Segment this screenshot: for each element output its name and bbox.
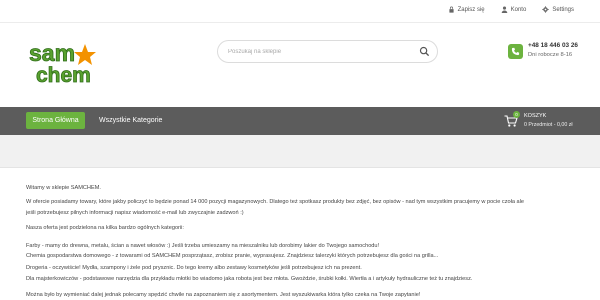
nav-categories-link[interactable]: Wszystkie Kategorie bbox=[99, 112, 162, 129]
category-drugstore: Drogeria - oczywiście! Mydła, szampony i… bbox=[26, 265, 362, 271]
cart-title: KOSZYK bbox=[524, 113, 547, 119]
search-box bbox=[217, 40, 438, 63]
account-label: Konto bbox=[510, 6, 527, 13]
main-nav: Strona Główna Wszystkie Kategorie 0 KOSZ… bbox=[0, 107, 600, 135]
account-link[interactable]: Konto bbox=[501, 6, 527, 13]
nav-home-button[interactable]: Strona Główna bbox=[26, 112, 85, 129]
phone-number[interactable]: +48 18 446 03 26 bbox=[528, 42, 578, 49]
settings-link[interactable]: Settings bbox=[542, 6, 574, 13]
top-bar: Zapisz się Konto Settings bbox=[0, 0, 600, 22]
lock-icon bbox=[449, 6, 454, 13]
logout-link[interactable]: Zapisz się bbox=[448, 6, 485, 13]
logo-line2: chem bbox=[36, 64, 91, 85]
working-hours: Dni robocze 8-16 bbox=[528, 52, 573, 58]
cart-count-badge: 0 bbox=[513, 111, 520, 118]
search-icon[interactable] bbox=[419, 46, 430, 57]
top-links: Zapisz się Konto Settings bbox=[448, 6, 574, 13]
gear-icon bbox=[542, 6, 549, 13]
gray-band bbox=[0, 135, 600, 167]
logout-label: Zapisz się bbox=[457, 6, 485, 13]
header: sam chem +48 18 446 03 26 Dni robocze 8-… bbox=[0, 23, 600, 107]
samchem-logo[interactable]: sam chem bbox=[28, 41, 108, 85]
category-paints: Farby - mamy do drewna, metalu, ścian a … bbox=[26, 243, 380, 249]
search-input[interactable] bbox=[228, 45, 408, 58]
cart-summary: 0 Przedmiot - 0,00 zł bbox=[524, 122, 573, 128]
user-icon bbox=[501, 6, 507, 13]
intro-paragraph-line2: jeśli potrzebujesz pilnych informacji na… bbox=[26, 210, 244, 216]
cart-widget[interactable]: 0 KOSZYK 0 Przedmiot - 0,00 zł bbox=[504, 111, 584, 131]
categories-intro: Nasza oferta jest podzielona na kilka ba… bbox=[26, 225, 184, 231]
settings-label: Settings bbox=[552, 6, 574, 13]
closing-paragraph: Można było by wymieniać dalej jednak pol… bbox=[26, 292, 421, 298]
category-diy: Dla majsterkowiczów - podstawowe narzędz… bbox=[26, 276, 473, 282]
logo-line1: sam bbox=[29, 41, 75, 66]
phone-icon bbox=[511, 47, 520, 56]
welcome-heading: Witamy w sklepie SAMCHEM. bbox=[26, 185, 101, 191]
intro-paragraph-line1: W ofercie posiadamy towary, które jakby … bbox=[26, 199, 524, 205]
band-divider bbox=[0, 167, 600, 168]
category-household: Chemia gospodarstwa domowego - z towaram… bbox=[26, 253, 439, 259]
phone-icon-box bbox=[508, 44, 523, 59]
logo-star-icon bbox=[74, 44, 96, 65]
